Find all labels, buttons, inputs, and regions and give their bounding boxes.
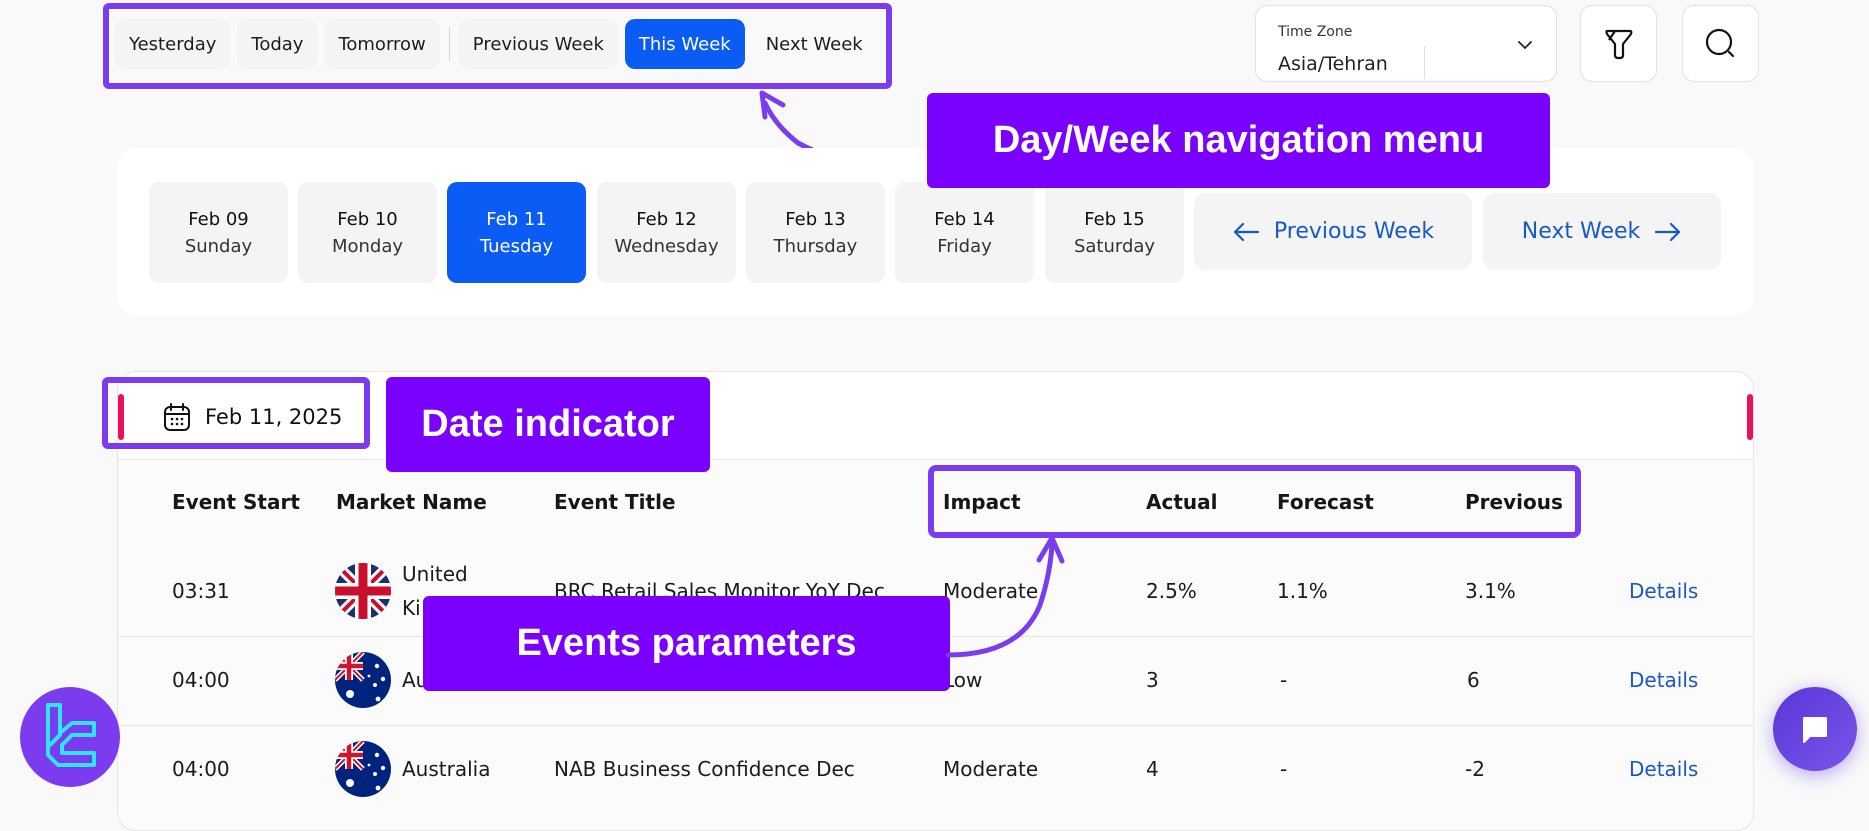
cell-actual: 4 xyxy=(1146,757,1159,781)
cell-previous: 3.1% xyxy=(1465,579,1516,603)
cell-market-line1: United xyxy=(402,562,468,586)
time-zone-value: Asia/Tehran xyxy=(1278,53,1388,75)
day-feb-10[interactable]: Feb 10 Monday xyxy=(298,182,437,283)
cell-forecast: - xyxy=(1280,668,1288,692)
cell-market: Australia xyxy=(402,757,491,781)
cell-previous: 6 xyxy=(1467,668,1480,692)
date-marker-left xyxy=(118,394,124,440)
nav-yesterday-button[interactable]: Yesterday xyxy=(115,19,231,69)
header-event-title: Event Title xyxy=(554,490,676,514)
day-feb-13[interactable]: Feb 13 Thursday xyxy=(746,182,885,283)
header-forecast: Forecast xyxy=(1277,490,1374,514)
cell-actual: 2.5% xyxy=(1146,579,1197,603)
day-date: Feb 15 xyxy=(1084,208,1145,230)
annotation-arrow-params xyxy=(945,535,1065,658)
filter-button[interactable] xyxy=(1580,5,1657,82)
nav-today-button[interactable]: Today xyxy=(237,19,318,69)
quick-date-nav: Yesterday Today Tomorrow Previous Week T… xyxy=(115,18,877,70)
australia-flag-icon xyxy=(335,652,391,708)
brand-logo[interactable] xyxy=(20,687,120,787)
time-zone-select[interactable]: Time Zone Asia/Tehran xyxy=(1255,5,1557,82)
previous-week-label: Previous Week xyxy=(1273,219,1435,244)
logo-icon xyxy=(46,703,96,767)
nav-divider xyxy=(448,27,450,61)
day-feb-14[interactable]: Feb 14 Friday xyxy=(895,182,1034,283)
search-icon xyxy=(1705,28,1734,57)
cell-event-title: NAB Business Confidence Dec xyxy=(554,757,855,781)
row-divider xyxy=(118,725,1754,726)
day-date: Feb 13 xyxy=(785,208,846,230)
nav-next-week-button[interactable]: Next Week xyxy=(752,19,877,69)
calendar-icon xyxy=(164,403,190,431)
cell-market-line2: Ki xyxy=(402,596,421,620)
cell-event-start: 03:31 xyxy=(172,579,230,603)
day-feb-12[interactable]: Feb 12 Wednesday xyxy=(597,182,736,283)
cell-forecast: - xyxy=(1280,757,1288,781)
filter-icon xyxy=(1604,29,1632,59)
day-date: Feb 14 xyxy=(934,208,995,230)
header-actual: Actual xyxy=(1146,490,1218,514)
day-weekday: Wednesday xyxy=(614,235,719,257)
annotation-events-parameters: Events parameters xyxy=(423,596,950,691)
chat-button[interactable] xyxy=(1773,687,1857,771)
chat-bubble-icon xyxy=(1803,717,1827,743)
cell-previous: -2 xyxy=(1465,757,1485,781)
next-week-label: Next Week xyxy=(1521,219,1641,244)
nav-previous-week-button[interactable]: Previous Week xyxy=(458,19,618,69)
date-indicator-text: Feb 11, 2025 xyxy=(205,405,343,429)
cell-event-start: 04:00 xyxy=(172,757,230,781)
header-event-start: Event Start xyxy=(172,490,300,514)
day-feb-11[interactable]: Feb 11 Tuesday xyxy=(447,182,586,283)
cell-forecast: 1.1% xyxy=(1277,579,1328,603)
details-link[interactable]: Details xyxy=(1629,579,1698,603)
time-zone-label: Time Zone xyxy=(1278,24,1353,40)
nav-this-week-button[interactable]: This Week xyxy=(624,19,745,69)
cell-event-start: 04:00 xyxy=(172,668,230,692)
header-market-name: Market Name xyxy=(336,490,487,514)
next-week-button[interactable]: Next Week xyxy=(1483,193,1721,270)
uk-flag-icon xyxy=(335,563,391,619)
day-date: Feb 09 xyxy=(188,208,249,230)
day-weekday: Friday xyxy=(937,235,992,257)
day-weekday: Monday xyxy=(331,235,404,257)
details-link[interactable]: Details xyxy=(1629,668,1698,692)
arrow-right-icon xyxy=(1655,222,1681,241)
nav-tomorrow-button[interactable]: Tomorrow xyxy=(324,19,440,69)
day-weekday: Tuesday xyxy=(479,235,554,257)
cell-actual: 3 xyxy=(1146,668,1159,692)
day-date: Feb 12 xyxy=(636,208,697,230)
details-link[interactable]: Details xyxy=(1629,757,1698,781)
day-feb-09[interactable]: Feb 09 Sunday xyxy=(149,182,288,283)
search-button[interactable] xyxy=(1682,5,1759,82)
cell-impact: Moderate xyxy=(943,757,1039,781)
day-date: Feb 11 xyxy=(486,208,547,230)
chevron-down-icon xyxy=(1518,41,1532,50)
previous-week-button[interactable]: Previous Week xyxy=(1194,193,1472,270)
australia-flag-icon xyxy=(335,741,391,797)
header-previous: Previous xyxy=(1465,490,1563,514)
panel-header: Feb 11, 2025 xyxy=(118,372,1753,460)
header-impact: Impact xyxy=(943,490,1021,514)
annotation-date-indicator: Date indicator xyxy=(386,377,710,472)
day-feb-15[interactable]: Feb 15 Saturday xyxy=(1045,182,1184,283)
time-zone-divider xyxy=(1424,46,1425,79)
day-date: Feb 10 xyxy=(337,208,398,230)
day-weekday: Saturday xyxy=(1073,235,1156,257)
date-marker-right xyxy=(1747,394,1753,440)
date-indicator: Feb 11, 2025 xyxy=(163,402,342,432)
day-weekday: Thursday xyxy=(773,235,858,257)
annotation-nav-menu: Day/Week navigation menu xyxy=(927,93,1550,188)
arrow-left-icon xyxy=(1233,222,1259,241)
day-weekday: Sunday xyxy=(184,235,253,257)
